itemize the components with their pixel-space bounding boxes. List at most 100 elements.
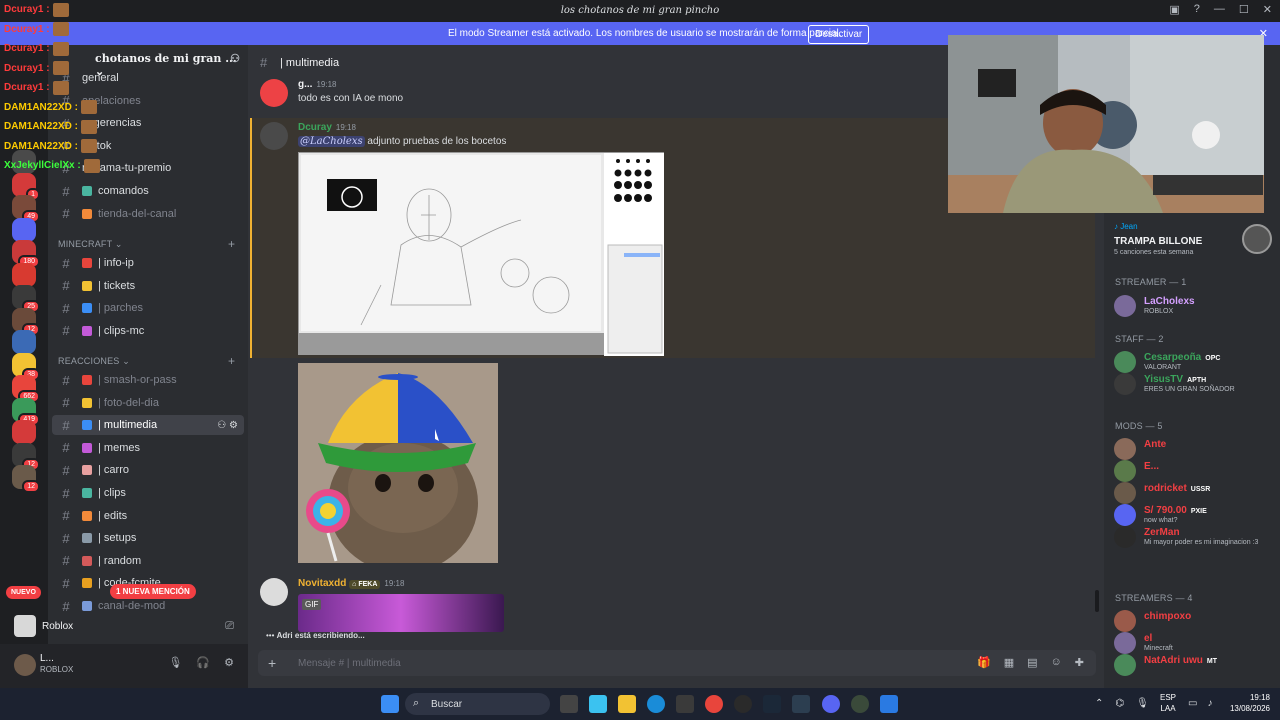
- obs-icon[interactable]: [734, 695, 752, 713]
- channel-memes[interactable]: # | memes: [52, 438, 244, 458]
- now-playing-card[interactable]: ♪ Jean TRAMPA BILLONE 5 canciones esta s…: [1114, 220, 1276, 260]
- server-icon[interactable]: [12, 217, 36, 242]
- server-icon[interactable]: [12, 150, 36, 174]
- member-item[interactable]: YisusTV APTH ERES UN GRAN SOÑADOR: [1114, 371, 1276, 397]
- microphone-icon[interactable]: 🎙: [1136, 698, 1149, 709]
- message-author[interactable]: Dcuray 19:18: [298, 122, 356, 133]
- message-input[interactable]: + Mensaje # | multimedia 🎁 ▦ ▤ ☺ ✚: [258, 650, 1096, 676]
- minimize-button[interactable]: —: [1214, 3, 1225, 16]
- clock-time: 19:18: [1249, 693, 1270, 702]
- help-icon[interactable]: ?: [1194, 3, 1200, 16]
- category-minecraft[interactable]: MINECRAFT ⌄ +: [58, 237, 235, 251]
- chat-scrollbar[interactable]: [1095, 590, 1099, 612]
- chevron-up-icon[interactable]: ⌃: [1095, 698, 1103, 709]
- clock[interactable]: 19:18 13/08/2026: [1230, 692, 1270, 714]
- server-icon[interactable]: 12: [12, 465, 40, 493]
- channel-sugerencias[interactable]: # sugerencias: [52, 113, 244, 133]
- disable-streamer-button[interactable]: Desactivar: [808, 25, 870, 44]
- avatar[interactable]: [260, 122, 288, 150]
- channel-parches[interactable]: # | parches: [52, 298, 244, 318]
- maximize-button[interactable]: ☐: [1239, 3, 1249, 16]
- message-author[interactable]: Novitaxdd ⌂ FEKA 19:18: [298, 578, 404, 589]
- add-attachment-button[interactable]: +: [268, 655, 276, 671]
- monitor-icon[interactable]: ▭: [1188, 698, 1197, 709]
- widgets-icon[interactable]: [589, 695, 607, 713]
- microphone-icon[interactable]: 🎙: [168, 656, 182, 669]
- avatar[interactable]: [14, 654, 36, 676]
- channel-tik-tok[interactable]: # tik-tok: [52, 136, 244, 156]
- start-icon[interactable]: [381, 695, 399, 713]
- discord-icon[interactable]: [822, 695, 840, 713]
- store-icon[interactable]: [676, 695, 694, 713]
- close-button[interactable]: ✕: [1263, 3, 1272, 16]
- channel-clips[interactable]: # | clips: [52, 483, 244, 503]
- channel-multimedia[interactable]: # | multimedia ⚇ ⚙: [52, 415, 244, 436]
- apps-icon[interactable]: ✚: [1075, 656, 1084, 669]
- channel-setups[interactable]: # | setups: [52, 528, 244, 548]
- channel-foto-del-dia[interactable]: # | foto-del-dia: [52, 393, 244, 413]
- member-item[interactable]: ZerMan Mi mayor poder es mi imaginacion :…: [1114, 524, 1276, 550]
- stream-icon[interactable]: ⎚: [225, 620, 234, 633]
- channel-general[interactable]: # general: [52, 68, 244, 88]
- gift-icon[interactable]: 🎁: [977, 656, 991, 669]
- language-indicator[interactable]: ESP LAA: [1160, 692, 1176, 714]
- network-icon[interactable]: ⌬: [1115, 698, 1124, 709]
- gif-icon[interactable]: ▦: [1004, 656, 1014, 669]
- chrome-icon[interactable]: [705, 695, 723, 713]
- channel-smash-or-pass[interactable]: # | smash-or-pass: [52, 370, 244, 390]
- inbox-icon[interactable]: ▣: [1169, 3, 1179, 16]
- server-icon[interactable]: 12: [12, 442, 40, 471]
- add-member-icon[interactable]: ⚇: [230, 52, 240, 65]
- new-pill[interactable]: NUEVO: [6, 586, 41, 599]
- edge-icon[interactable]: [647, 695, 665, 713]
- channel-apelaciones[interactable]: # apelaciones: [52, 91, 244, 111]
- channel-tienda-del-canal[interactable]: # tienda-del-canal: [52, 204, 244, 224]
- emoji-icon[interactable]: ☺: [1051, 656, 1062, 669]
- channel-comandos[interactable]: # comandos: [52, 181, 244, 201]
- channel-info-ip[interactable]: # | info-ip: [52, 253, 244, 273]
- server-icon[interactable]: 180: [12, 240, 40, 268]
- add-channel-icon[interactable]: +: [228, 354, 235, 368]
- gif-attachment[interactable]: GIF: [298, 594, 504, 632]
- gear-icon[interactable]: ⚙: [224, 656, 234, 669]
- server-icon[interactable]: [12, 330, 36, 354]
- member-item[interactable]: LaCholexs ROBLOX: [1114, 293, 1276, 319]
- channel-carro[interactable]: # | carro: [52, 460, 244, 480]
- headphones-icon[interactable]: 🎧: [196, 656, 210, 669]
- user-mention[interactable]: @LaCholexs: [298, 136, 365, 147]
- app-icon[interactable]: [851, 695, 869, 713]
- server-icon[interactable]: 1: [12, 172, 40, 201]
- server-icon[interactable]: [12, 420, 36, 444]
- new-mention-pill[interactable]: 1 NUEVA MENCIÓN: [110, 584, 196, 599]
- category-reacciones[interactable]: REACCIONES ⌄ +: [58, 354, 235, 368]
- sketch-attachment[interactable]: [298, 152, 664, 356]
- channel-settings-icon[interactable]: ⚇ ⚙: [217, 420, 238, 431]
- task-view-icon[interactable]: [560, 695, 578, 713]
- message-author[interactable]: g... 19:18: [298, 79, 336, 90]
- server-icon[interactable]: 662: [12, 375, 40, 403]
- volume-icon[interactable]: ♪: [1207, 698, 1212, 709]
- taskbar-search[interactable]: ⌕ Buscar: [405, 693, 550, 715]
- avatar[interactable]: [260, 578, 288, 606]
- app-icon[interactable]: [792, 695, 810, 713]
- sticker-icon[interactable]: ▤: [1027, 656, 1037, 669]
- channel-clips-mc[interactable]: # | clips-mc: [52, 321, 244, 341]
- steam-icon[interactable]: [763, 695, 781, 713]
- channel-reclama-tu-premio[interactable]: # reclama-tu-premio: [52, 158, 244, 178]
- channel-random[interactable]: # | random: [52, 551, 244, 571]
- activity-bar[interactable]: Roblox ⎚: [8, 612, 244, 640]
- add-channel-icon[interactable]: +: [228, 237, 235, 251]
- server-icon[interactable]: 25: [12, 285, 40, 313]
- avatar[interactable]: [260, 79, 288, 107]
- server-icon[interactable]: 49: [12, 195, 40, 223]
- channel-tickets[interactable]: # | tickets: [52, 276, 244, 296]
- server-icon[interactable]: 419: [12, 397, 40, 426]
- cat-meme-image[interactable]: [298, 363, 498, 563]
- file-explorer-icon[interactable]: [618, 695, 636, 713]
- app-icon[interactable]: [880, 695, 898, 713]
- server-icon[interactable]: 12: [12, 307, 40, 336]
- server-icon[interactable]: [12, 262, 36, 287]
- channel-edits[interactable]: # | edits: [52, 506, 244, 526]
- member-item[interactable]: NatAdri uwu MT: [1114, 652, 1276, 678]
- server-icon[interactable]: 38: [12, 352, 40, 381]
